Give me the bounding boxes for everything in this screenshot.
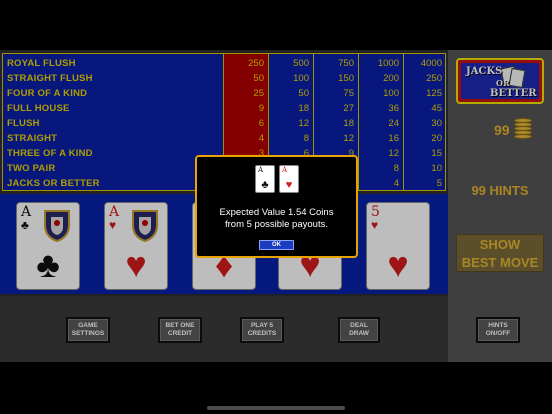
dialog-card-rank: A xyxy=(282,166,288,174)
ok-button[interactable]: OK xyxy=(259,240,294,250)
club-icon: ♣ xyxy=(261,179,269,191)
heart-icon: ♥ xyxy=(285,179,293,191)
dialog-message-line1: Expected Value 1.54 Coins xyxy=(219,207,334,218)
dialog-message-line2: from 5 possible payouts. xyxy=(225,219,328,230)
dialog-message: Expected Value 1.54 Coins from 5 possibl… xyxy=(197,207,356,231)
dialog-card-2: A ♥ xyxy=(279,165,299,193)
expected-value-dialog: A ♣ A ♥ Expected Value 1.54 Coins from 5… xyxy=(195,155,358,258)
dialog-card-1: A ♣ xyxy=(255,165,275,193)
dialog-card-rank: A xyxy=(258,166,264,174)
